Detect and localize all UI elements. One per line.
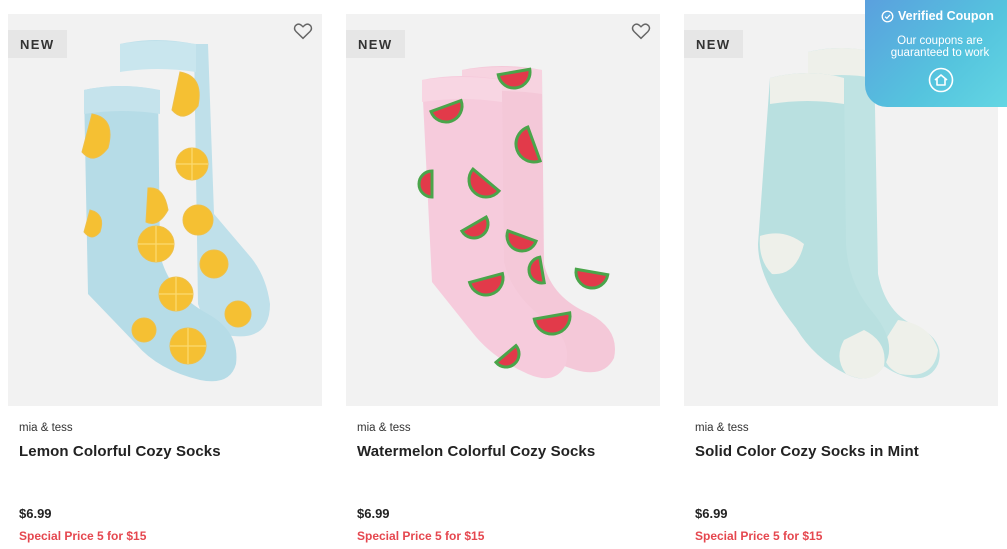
coupon-subtext-line-1: Our coupons are [897, 35, 983, 47]
product-promo: Special Price 5 for $15 [19, 529, 147, 543]
product-title[interactable]: Watermelon Colorful Cozy Socks [357, 443, 595, 460]
product-price: $6.99 [19, 506, 52, 521]
product-title[interactable]: Lemon Colorful Cozy Socks [19, 443, 221, 460]
coupon-heading-text: Verified Coupon [898, 9, 994, 23]
coupon-heading: Verified Coupon [881, 9, 994, 23]
product-brand: mia & tess [357, 422, 411, 434]
product-promo: Special Price 5 for $15 [357, 529, 485, 543]
product-price: $6.99 [357, 506, 390, 521]
product-image[interactable]: NEW [8, 14, 322, 406]
new-badge: NEW [8, 30, 67, 58]
product-title[interactable]: Solid Color Cozy Socks in Mint [695, 443, 919, 460]
heart-icon[interactable] [292, 20, 314, 42]
check-circle-icon [881, 10, 894, 22]
heart-icon[interactable] [630, 20, 652, 42]
coupon-subtext-line-2: guaranteed to work [890, 47, 990, 59]
product-card-lemon[interactable]: NEW mia & tess Lemon Colorful Cozy Socks… [8, 14, 322, 549]
product-grid: NEW mia & tess Lemon Colorful Cozy Socks… [8, 14, 1007, 549]
product-card-watermelon[interactable]: NEW mia & tess Watermelon Colorful Cozy … [346, 14, 660, 549]
product-brand: mia & tess [695, 422, 749, 434]
new-badge: NEW [346, 30, 405, 58]
home-icon[interactable] [928, 67, 954, 93]
coupon-subtext: Our coupons are guaranteed to work [873, 35, 1007, 59]
product-price: $6.99 [695, 506, 728, 521]
verified-coupon-widget[interactable]: Verified Coupon Our coupons are guarante… [865, 0, 1007, 107]
product-brand: mia & tess [19, 422, 73, 434]
product-image[interactable]: NEW [346, 14, 660, 406]
new-badge: NEW [684, 30, 743, 58]
lemon-socks-image [8, 14, 322, 406]
product-promo: Special Price 5 for $15 [695, 529, 823, 543]
watermelon-socks-image [346, 14, 660, 406]
